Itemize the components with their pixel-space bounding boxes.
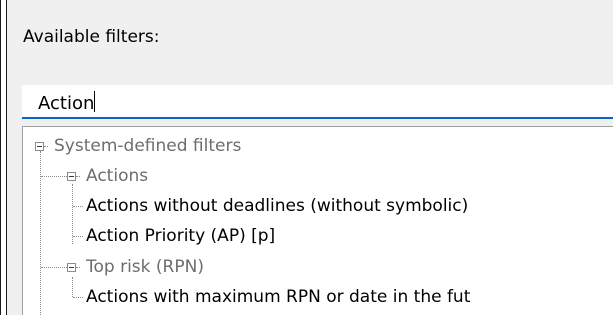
available-filters-label: Available filters: xyxy=(23,27,160,47)
tree-connector xyxy=(72,277,73,297)
tree-connector xyxy=(41,267,67,268)
tree-connector xyxy=(73,206,83,207)
minus-box-icon[interactable] xyxy=(35,142,44,151)
tree-node-label: System-defined filters xyxy=(54,136,242,156)
tree-connector xyxy=(76,267,80,268)
tree-leaf-label: Action Priority (AP) [p] xyxy=(86,226,276,246)
tree-connector xyxy=(73,236,83,237)
tree-leaf-label: Actions without deadlines (without symbo… xyxy=(86,196,469,216)
filter-search-input[interactable]: Action xyxy=(22,85,613,119)
minus-box-icon[interactable] xyxy=(67,172,76,181)
tree-node-label: Actions xyxy=(86,166,149,186)
tree-connector xyxy=(73,297,83,298)
tree-connector xyxy=(76,176,80,177)
text-caret xyxy=(94,91,96,112)
filter-dialog: Available filters: Action System-defined… xyxy=(0,0,613,315)
tree-connector xyxy=(44,146,48,147)
tree-connector xyxy=(72,184,73,244)
tree-leaf-label: Actions with maximum RPN or date in the … xyxy=(86,287,471,307)
filter-search-value[interactable]: Action xyxy=(38,91,96,114)
search-text: Action xyxy=(38,93,95,114)
minus-box-icon[interactable] xyxy=(67,263,76,272)
tree-node-label: Top risk (RPN) xyxy=(86,257,204,277)
filter-tree[interactable]: System-defined filters Actions Actions w… xyxy=(22,126,613,315)
tree-connector xyxy=(41,176,67,177)
